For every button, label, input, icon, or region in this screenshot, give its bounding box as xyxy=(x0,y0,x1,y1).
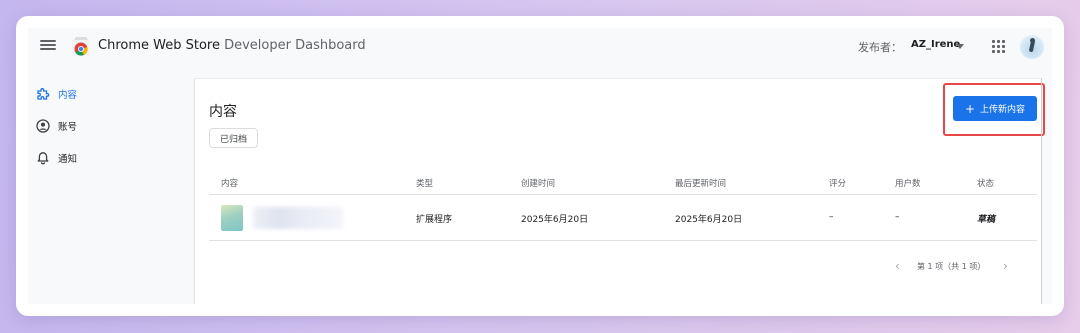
scrollbar-track[interactable] xyxy=(1041,78,1042,304)
item-created-date: 2025年6月20日 xyxy=(521,215,589,225)
main-content: 内容 已归档 + 上传新内容 内容 类型 创建时间 最后更新时间 评分 用户数 … xyxy=(194,78,1045,304)
item-thumbnail xyxy=(221,205,243,231)
chevron-down-icon[interactable] xyxy=(956,44,964,49)
column-header-type[interactable]: 类型 xyxy=(416,177,433,189)
chevron-left-icon[interactable]: ‹ xyxy=(895,259,900,273)
item-updated-date: 2025年6月20日 xyxy=(675,215,743,225)
item-status: 草稿 xyxy=(977,215,996,225)
sidebar-item-label: 内容 xyxy=(58,90,78,101)
apps-grid-icon[interactable] xyxy=(992,40,1005,53)
dashboard-app: Chrome Web Store Developer Dashboard 发布者… xyxy=(28,28,1052,304)
app-title-main: Chrome Web Store xyxy=(98,38,220,53)
browser-window: Chrome Web Store Developer Dashboard 发布者… xyxy=(16,16,1064,316)
column-header-rating[interactable]: 评分 xyxy=(829,177,846,189)
sidebar-item-content[interactable]: 内容 xyxy=(28,78,194,110)
item-users: – xyxy=(895,212,900,222)
sidebar-item-label: 账号 xyxy=(58,122,78,133)
top-app-bar: Chrome Web Store Developer Dashboard 发布者… xyxy=(28,28,1052,68)
account-circle-icon xyxy=(36,119,50,133)
plus-icon: + xyxy=(964,101,976,116)
item-type: 扩展程序 xyxy=(416,215,453,225)
sidebar-item-label: 通知 xyxy=(58,154,78,165)
publisher-label: 发布者： xyxy=(858,41,902,54)
table-row[interactable]: 扩展程序 2025年6月20日 2025年6月20日 – – 草稿 xyxy=(209,195,1037,241)
upload-button-label: 上传新内容 xyxy=(980,105,1026,115)
chrome-web-store-logo xyxy=(72,37,90,56)
column-header-content[interactable]: 内容 xyxy=(221,177,238,189)
page-title: 内容 xyxy=(209,104,237,120)
column-header-created[interactable]: 创建时间 xyxy=(521,177,555,189)
sidebar-nav: 内容 账号 通知 xyxy=(28,78,194,174)
avatar[interactable] xyxy=(1020,35,1044,59)
hamburger-menu-icon[interactable] xyxy=(40,38,56,54)
pagination-text: 第 1 项（共 1 项） xyxy=(917,262,986,271)
upload-new-item-button[interactable]: + 上传新内容 xyxy=(953,96,1037,121)
item-name-redacted xyxy=(253,207,343,229)
column-header-status[interactable]: 状态 xyxy=(977,177,994,189)
column-header-updated[interactable]: 最后更新时间 xyxy=(675,177,726,189)
sidebar-item-notifications[interactable]: 通知 xyxy=(28,142,194,174)
item-rating: – xyxy=(829,212,834,222)
publisher-name[interactable]: AZ_Irene xyxy=(911,39,960,50)
archived-filter-button[interactable]: 已归档 xyxy=(209,128,259,148)
puzzle-icon xyxy=(37,88,50,100)
table-header-row: 内容 类型 创建时间 最后更新时间 评分 用户数 状态 xyxy=(209,171,1037,195)
bell-icon xyxy=(37,152,49,165)
pagination: ‹ 第 1 项（共 1 项） › xyxy=(895,259,1025,273)
sidebar-item-account[interactable]: 账号 xyxy=(28,110,194,142)
items-table: 内容 类型 创建时间 最后更新时间 评分 用户数 状态 扩展程序 2025年6月… xyxy=(209,171,1037,241)
app-title-sub: Developer Dashboard xyxy=(219,38,366,53)
chevron-right-icon[interactable]: › xyxy=(1003,259,1008,273)
app-title: Chrome Web Store Developer Dashboard xyxy=(98,38,366,53)
column-header-users[interactable]: 用户数 xyxy=(895,177,921,189)
